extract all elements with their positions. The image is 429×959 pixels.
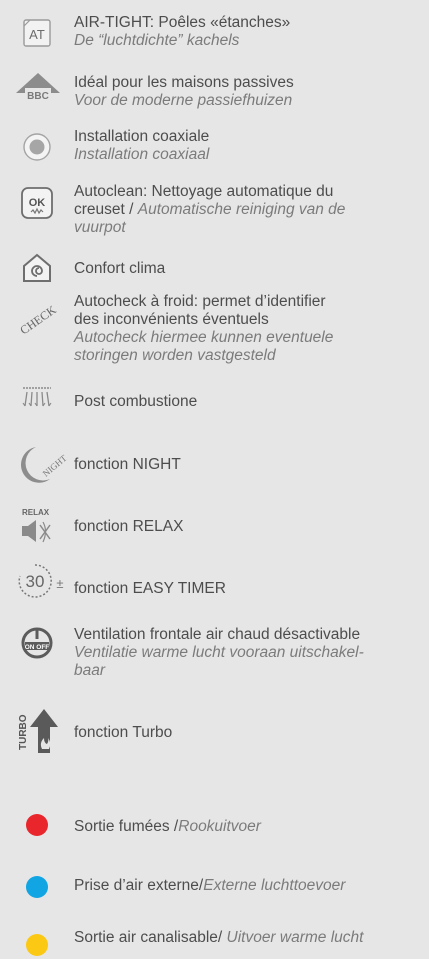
feature-fr-text: Idéal pour les maisons passives	[74, 74, 294, 91]
feature-fr-text: fonction Turbo	[74, 724, 173, 741]
feature-fr-text-2: des inconvénients éventuels	[74, 311, 269, 328]
relax-icon: RELAX	[22, 508, 51, 543]
svg-text:RELAX: RELAX	[22, 508, 50, 517]
bbc-house-icon: BBC	[16, 73, 60, 102]
air-tight-icon: AT	[23, 19, 51, 47]
svg-text:ON OFF: ON OFF	[25, 644, 50, 651]
feature-fr-text: Post combustione	[74, 393, 198, 410]
svg-text:±: ±	[56, 576, 63, 591]
feature-fr-text: Confort clima	[74, 260, 166, 277]
feature-fr-text: fonction EASY TIMER	[74, 580, 226, 597]
feature-fr-text: Autocheck à froid: permet d’identifier	[74, 293, 326, 310]
feature-fr-text: AIR-TIGHT: Poêles «étanches»	[74, 14, 291, 31]
svg-text:NIGHT: NIGHT	[41, 453, 69, 479]
confort-clima-icon	[23, 253, 51, 282]
feature-fr-text: Autoclean: Nettoyage automatique du	[74, 183, 334, 200]
feature-nl-text: Ventilatie warme lucht vooraan uitschake…	[74, 644, 364, 661]
legend-text: Sortie air canalisable/ Uitvoer warme lu…	[74, 929, 364, 946]
air-tight-icon-label: AT	[29, 27, 45, 42]
feature-fr-text-2: creuset / Automatische reiniging van de	[74, 201, 346, 218]
feature-fr-text: Ventilation frontale air chaud désactiva…	[74, 626, 361, 643]
red-dot-icon	[26, 814, 48, 836]
feature-fr-text: fonction NIGHT	[74, 456, 181, 473]
feature-nl-text-2: storingen worden vastgesteld	[74, 347, 276, 364]
on-off-icon: ON OFF	[21, 627, 53, 659]
post-combustion-icon	[22, 387, 52, 407]
blue-dot-icon	[26, 876, 48, 898]
svg-text:30: 30	[26, 572, 45, 591]
coaxial-icon	[23, 133, 51, 161]
feature-nl-text: Installation coaxiaal	[74, 146, 210, 163]
legend-text: Prise d’air externe/Externe luchttoevoer	[74, 877, 346, 894]
svg-text:TURBO: TURBO	[18, 714, 29, 750]
svg-text:OK: OK	[29, 197, 46, 209]
feature-nl-text: vuurpot	[74, 219, 126, 236]
svg-text:CHECK: CHECK	[18, 302, 58, 337]
autoclean-icon: OK	[21, 187, 53, 219]
feature-fr-text: fonction RELAX	[74, 518, 184, 535]
feature-nl-text-2: baar	[74, 662, 106, 679]
svg-text:BBC: BBC	[27, 91, 49, 102]
feature-nl-text: Autocheck hiermee kunnen eventuele	[74, 329, 334, 346]
check-icon: CHECK	[18, 302, 58, 337]
easy-timer-icon: 30 ±	[18, 564, 64, 598]
feature-nl-text: Voor de moderne passiefhuizen	[74, 92, 293, 109]
turbo-icon: TURBO	[18, 709, 58, 753]
night-icon: NIGHT	[21, 447, 69, 483]
yellow-dot-icon	[26, 934, 48, 956]
feature-fr-text: Installation coaxiale	[74, 128, 210, 145]
legend-text: Sortie fumées /Rookuitvoer	[74, 818, 261, 835]
feature-nl-text: De “luchtdichte” kachels	[74, 32, 240, 49]
